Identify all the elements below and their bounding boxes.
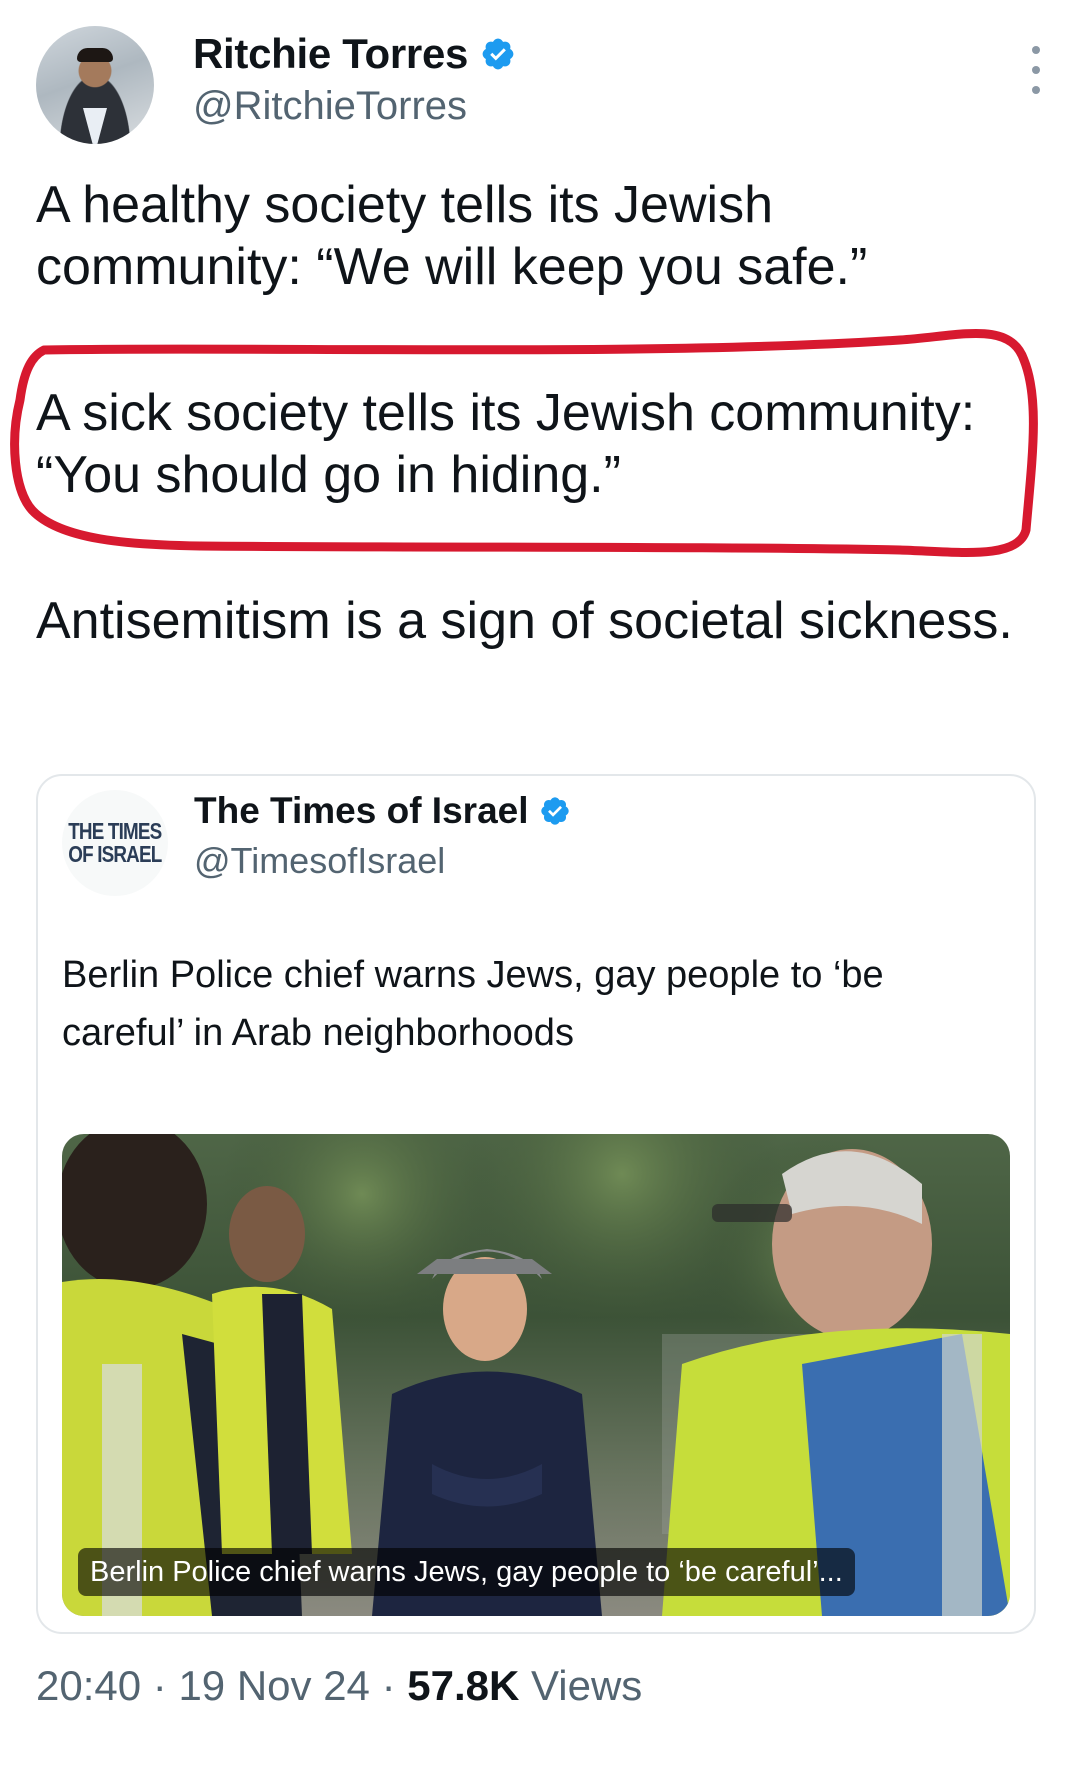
- meta-separator: ·: [381, 1662, 396, 1709]
- link-card-caption: Berlin Police chief warns Jews, gay peop…: [78, 1548, 855, 1596]
- times-of-israel-logo[interactable]: THE TIMES OF ISRAEL: [62, 790, 168, 896]
- tweet-meta: 20:40 · 19 Nov 24 · 57.8K Views: [36, 1662, 642, 1710]
- tweet-paragraph-1: A healthy society tells its Jewish commu…: [36, 176, 868, 296]
- author-avatar[interactable]: [36, 26, 154, 144]
- tweet-date[interactable]: 19 Nov 24: [178, 1662, 369, 1709]
- more-vertical-icon[interactable]: [1026, 46, 1046, 94]
- quoted-tweet-text: Berlin Police chief warns Jews, gay peop…: [62, 954, 884, 1054]
- police-photo: [62, 1134, 1010, 1616]
- quoted-tweet-card[interactable]: THE TIMES OF ISRAEL The Times of Israel …: [36, 774, 1036, 1634]
- quoted-name-row[interactable]: The Times of Israel: [194, 790, 571, 832]
- meta-separator: ·: [152, 1662, 167, 1709]
- author-display-name[interactable]: Ritchie Torres: [193, 30, 468, 78]
- quoted-display-name[interactable]: The Times of Israel: [194, 790, 529, 832]
- tweet-time[interactable]: 20:40: [36, 1662, 141, 1709]
- views-label[interactable]: Views: [531, 1662, 642, 1709]
- author-name-row[interactable]: Ritchie Torres: [193, 30, 516, 78]
- verified-badge-icon: [482, 38, 514, 70]
- tweet-paragraph-3: Antisemitism is a sign of societal sickn…: [36, 592, 1013, 650]
- views-count[interactable]: 57.8K: [407, 1662, 519, 1709]
- quoted-link-card-image[interactable]: Berlin Police chief warns Jews, gay peop…: [62, 1134, 1010, 1616]
- quoted-handle[interactable]: @TimesofIsrael: [194, 840, 445, 882]
- verified-badge-icon: [540, 797, 569, 825]
- author-handle[interactable]: @RitchieTorres: [193, 84, 467, 129]
- tweet-header: Ritchie Torres @RitchieTorres: [36, 26, 1046, 146]
- tweet-paragraph-2-highlighted: A sick society tells its Jewish communit…: [36, 384, 976, 504]
